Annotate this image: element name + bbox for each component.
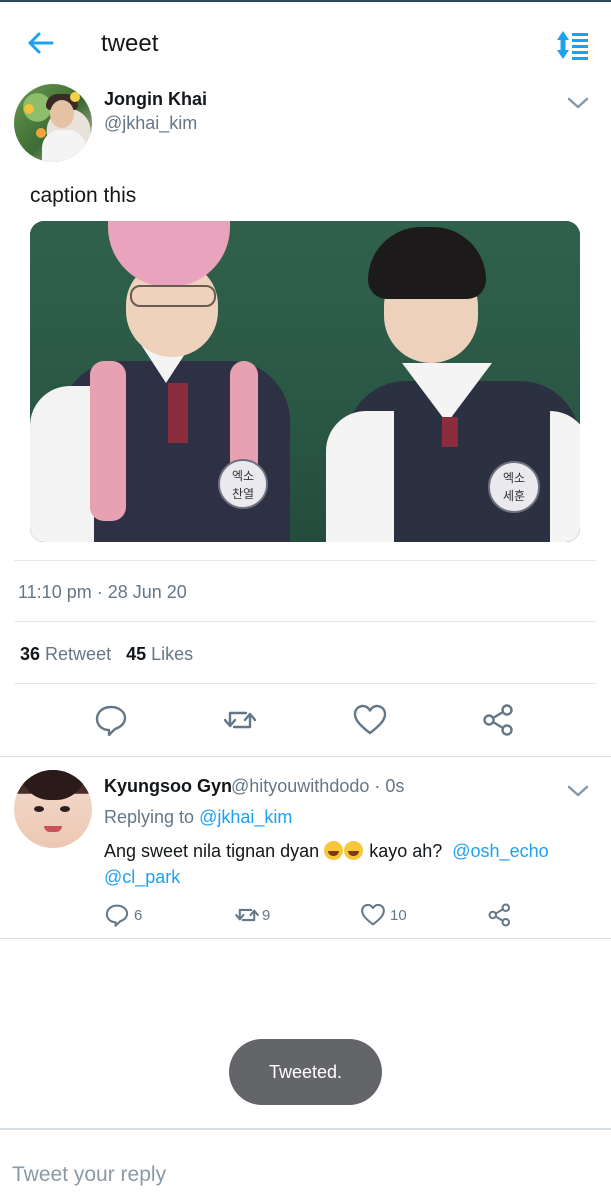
likes-label[interactable]: Likes (151, 644, 193, 664)
like-button[interactable] (352, 702, 388, 738)
mention-link[interactable]: @cl_park (104, 867, 180, 887)
tweet-text: caption this (30, 184, 137, 207)
divider (0, 938, 611, 939)
like-icon (361, 903, 385, 926)
name-badge: 엑소 세훈 (488, 461, 540, 513)
retweet-count[interactable]: 36 (20, 644, 40, 664)
reply-button[interactable] (93, 702, 129, 738)
mention-link[interactable]: @osh_echo (452, 841, 548, 861)
toast-message: Tweeted. (229, 1039, 382, 1105)
back-button[interactable] (22, 26, 62, 62)
reply-tweet[interactable]: Kyungsoo Gyn @hityouwithdodo · 0s Replyi… (0, 756, 611, 939)
avatar[interactable] (14, 84, 92, 162)
like-count: 10 (390, 906, 407, 924)
tweet-image[interactable]: 엑소 찬열 엑소 세훈 (30, 221, 580, 542)
chevron-down-icon (567, 97, 589, 109)
replying-to: Replying to @jkhai_kim (104, 807, 292, 828)
author-handle[interactable]: @jkhai_kim (104, 113, 197, 134)
share-icon (488, 903, 511, 927)
replying-to-link[interactable]: @jkhai_kim (199, 807, 292, 827)
divider (14, 560, 596, 561)
name-badge: 엑소 찬열 (218, 459, 268, 509)
grin-sweat-emoji-icon (324, 841, 344, 860)
retweet-count: 9 (262, 906, 271, 924)
retweet-icon (223, 711, 257, 729)
reply-icon (95, 705, 127, 737)
tweet-timestamp: 11:10 pm · 28 Jun 20 (18, 582, 187, 602)
sort-icon (557, 31, 588, 60)
like-icon (353, 704, 387, 735)
reply-reply-button[interactable]: 6 (104, 902, 142, 928)
app-bar: tweet (0, 2, 611, 84)
page-title: tweet (101, 30, 159, 57)
replying-prefix: Replying to (104, 807, 195, 827)
author-name[interactable]: Jongin Khai (104, 89, 207, 110)
retweet-button[interactable] (222, 702, 258, 738)
likes-count[interactable]: 45 (126, 644, 146, 664)
retweet-icon (235, 908, 259, 922)
reply-input[interactable] (12, 1160, 592, 1190)
avatar[interactable] (14, 770, 92, 848)
reply-share-button[interactable] (487, 902, 513, 928)
grin-sweat-emoji-icon (344, 841, 364, 860)
tweet-stats: 36 Retweet 45 Likes (20, 644, 193, 665)
reply-author-name[interactable]: Kyungsoo Gyn (104, 776, 232, 797)
reply-meta: @hityouwithdodo · 0s (231, 776, 405, 796)
tweet-menu-button[interactable] (566, 94, 590, 112)
back-arrow-icon (28, 32, 54, 54)
chevron-down-icon (567, 785, 589, 797)
reply-text: Ang sweet nila tignan dyan kayo ah? @osh… (104, 838, 594, 890)
divider (14, 621, 596, 622)
reply-count: 6 (134, 906, 143, 924)
reply-retweet-button[interactable]: 9 (232, 902, 270, 928)
reply-like-button[interactable]: 10 (360, 902, 407, 928)
reply-text-mid: kayo ah? (369, 841, 443, 861)
sort-button[interactable] (552, 28, 592, 62)
retweet-label[interactable]: Retweet (45, 644, 111, 664)
reply-menu-button[interactable] (566, 782, 590, 800)
reply-composer (0, 1128, 611, 1200)
reply-text-start: Ang sweet nila tignan dyan (104, 841, 320, 861)
reply-icon (105, 904, 129, 927)
divider (14, 683, 596, 684)
share-icon (483, 704, 513, 736)
share-button[interactable] (481, 702, 517, 738)
